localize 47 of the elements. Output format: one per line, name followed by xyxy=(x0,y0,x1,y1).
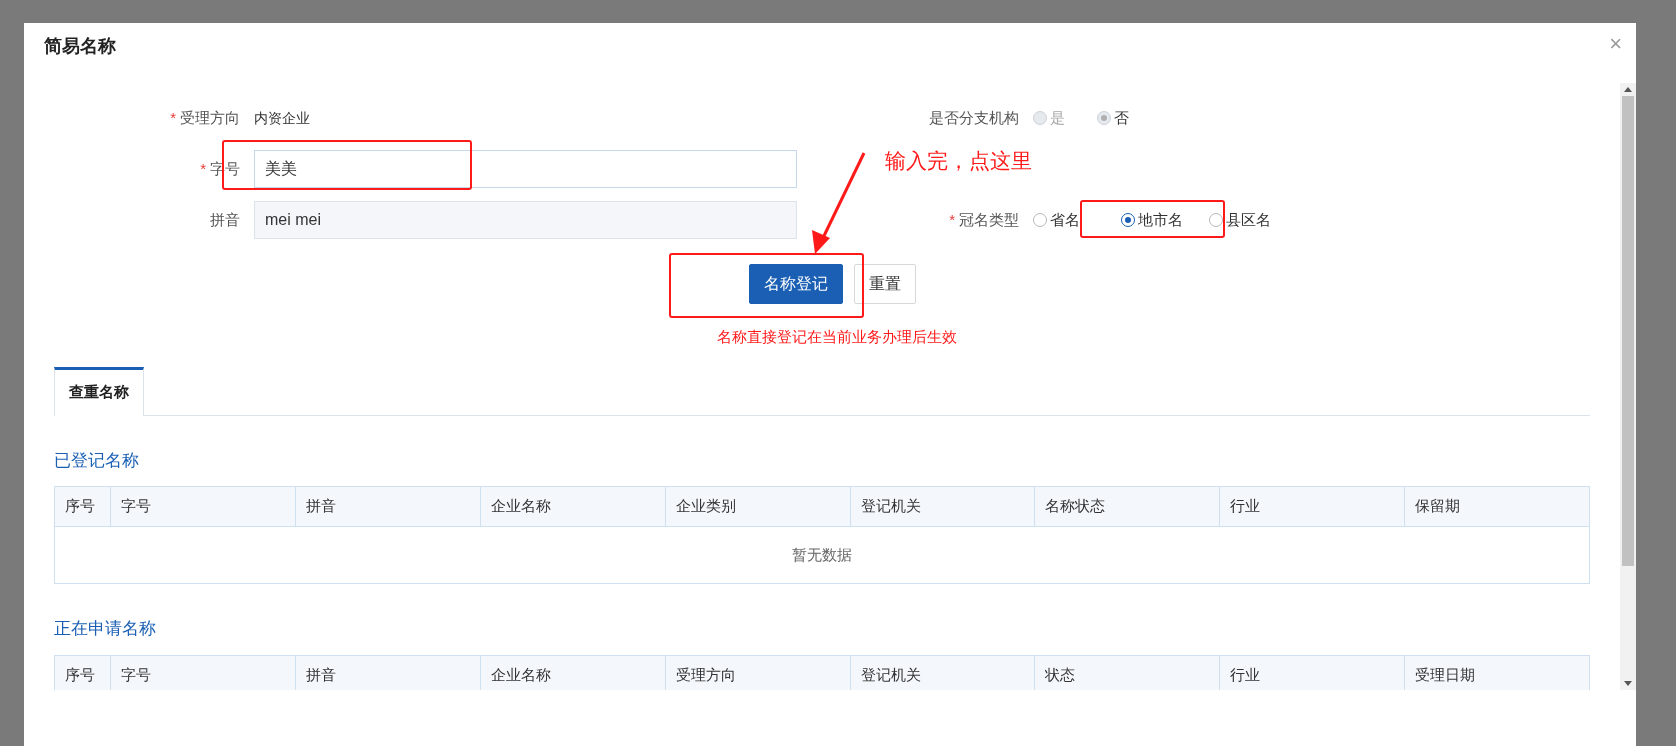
column-header: 登记机关 xyxy=(849,655,1035,690)
radio-label: 地市名 xyxy=(1138,209,1183,230)
column-header: 状态 xyxy=(1034,655,1220,690)
dialog-title: 简易名称 xyxy=(44,35,116,58)
required-mark: * xyxy=(170,107,176,128)
form-button[interactable]: 名称登记 xyxy=(748,264,843,304)
column-header: 字号 xyxy=(110,487,295,526)
column-header: 序号 xyxy=(64,664,96,685)
column-header: 受理方向 xyxy=(664,655,850,690)
column-header: 企业名称 xyxy=(479,655,665,690)
annotation-text: 输入完，点这里 xyxy=(885,148,1032,174)
column-header: 序号 xyxy=(64,496,96,517)
field-label: 是否分支机构 xyxy=(929,107,1019,128)
column-header: 企业类别 xyxy=(664,487,850,526)
column-header: 拼音 xyxy=(294,655,480,690)
scroll-down-icon[interactable] xyxy=(1624,681,1632,686)
scrollbar[interactable] xyxy=(1620,83,1636,690)
tab[interactable]: 查重名称 xyxy=(54,366,144,416)
radio-label: 是 xyxy=(1050,107,1065,128)
field-label: 拼音 xyxy=(210,209,240,230)
notice-text: 名称直接登记在当前业务办理后生效 xyxy=(717,327,957,347)
radio-button[interactable] xyxy=(1209,213,1223,227)
column-header: 行业 xyxy=(1219,655,1405,690)
field-label: 受理方向 xyxy=(180,107,240,128)
required-mark: * xyxy=(200,158,206,179)
field-value: 内资企业 xyxy=(254,108,310,128)
form-button[interactable]: 重置 xyxy=(853,264,916,304)
empty-message: 暂无数据 xyxy=(792,544,852,565)
radio-label: 县区名 xyxy=(1226,209,1271,230)
scroll-up-icon[interactable] xyxy=(1624,87,1632,92)
column-header: 保留期 xyxy=(1404,487,1589,526)
input-field[interactable]: 美美 xyxy=(254,150,797,188)
column-header: 名称状态 xyxy=(1034,487,1220,526)
required-mark: * xyxy=(949,209,955,230)
column-header: 企业名称 xyxy=(479,487,665,526)
column-header: 受理日期 xyxy=(1404,655,1589,690)
column-header: 行业 xyxy=(1219,487,1405,526)
radio-label: 省名 xyxy=(1050,209,1080,230)
radio-label: 否 xyxy=(1114,107,1129,128)
column-header: 拼音 xyxy=(294,487,480,526)
field-label: 冠名类型 xyxy=(959,209,1019,230)
column-header: 字号 xyxy=(110,655,295,690)
section-title: 已登记名称 xyxy=(54,450,139,470)
radio-button[interactable] xyxy=(1121,213,1135,227)
radio-button[interactable] xyxy=(1033,213,1047,227)
column-header: 登记机关 xyxy=(849,487,1035,526)
section-title: 正在申请名称 xyxy=(54,619,156,638)
